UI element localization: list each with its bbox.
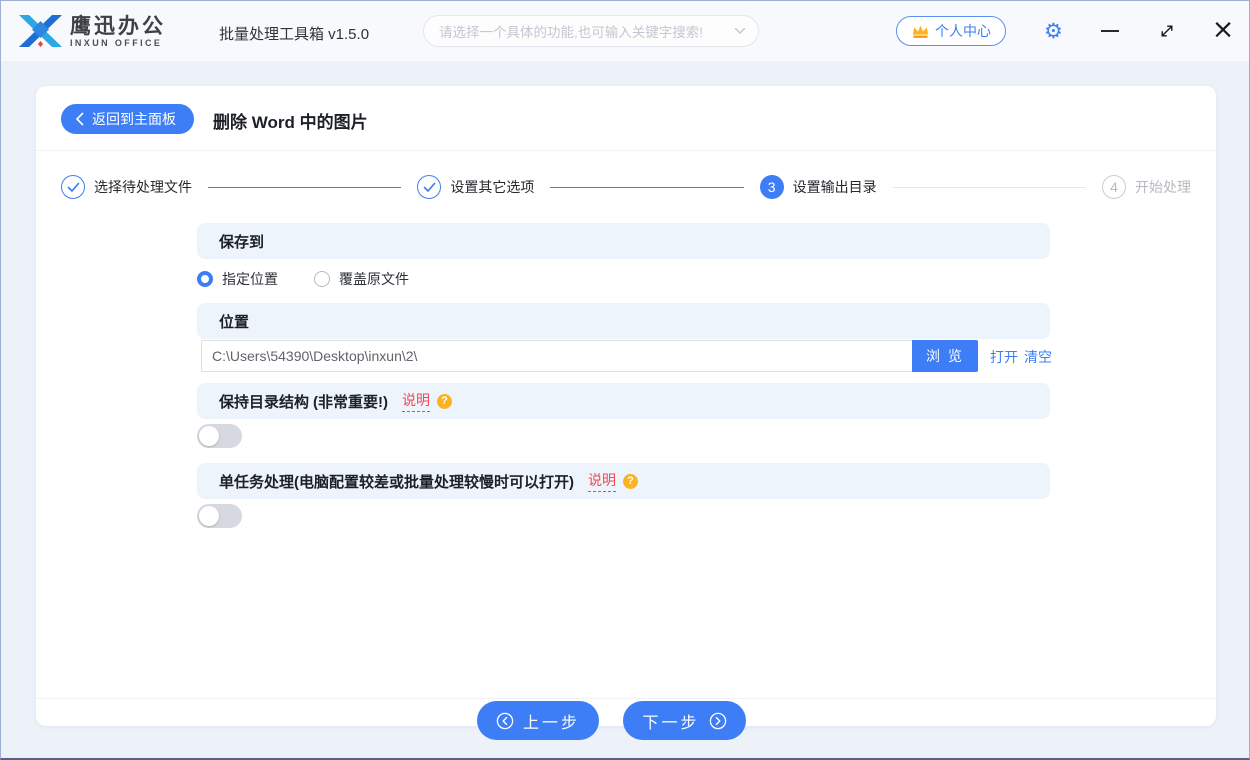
question-mark-icon[interactable]: ? — [437, 394, 452, 409]
brand-name-en: INXUN OFFICE — [70, 38, 166, 49]
single-task-help-link[interactable]: 说明 — [588, 470, 616, 492]
clear-path-link[interactable]: 清空 — [1024, 347, 1052, 367]
save-to-radio-group: 指定位置 覆盖原文件 — [197, 269, 431, 289]
minimize-button[interactable] — [1101, 30, 1119, 32]
user-center-label: 个人中心 — [935, 21, 991, 41]
next-step-label: 下一步 — [642, 709, 699, 733]
radio-label: 覆盖原文件 — [339, 269, 409, 289]
location-title: 位置 — [219, 311, 249, 332]
save-to-section-header: 保存到 — [197, 223, 1050, 259]
footer-divider — [36, 698, 1216, 699]
step-connector — [208, 187, 401, 188]
main-card: 返回到主面板 删除 Word 中的图片 选择待处理文件 设置其它选项 3 — [36, 86, 1216, 726]
step-3-number-badge: 3 — [760, 175, 784, 199]
step-other-options: 设置其它选项 — [417, 175, 534, 199]
back-to-dashboard-button[interactable]: 返回到主面板 — [61, 104, 194, 134]
step-4-number-badge: 4 — [1102, 175, 1126, 199]
radio-label: 指定位置 — [222, 269, 278, 289]
settings-gear-icon[interactable]: ⚙ — [1044, 18, 1063, 44]
next-step-button[interactable]: 下一步 — [623, 701, 746, 740]
step-connector — [893, 187, 1086, 188]
app-window: 鹰迅办公 INXUN OFFICE 批量处理工具箱 v1.5.0 请选择一个具体… — [0, 0, 1250, 760]
app-logo: 鹰迅办公 INXUN OFFICE — [17, 13, 166, 51]
crown-icon — [911, 23, 930, 39]
save-to-title: 保存到 — [219, 231, 264, 252]
single-task-title: 单任务处理(电脑配置较差或批量处理较慢时可以打开) — [219, 471, 574, 492]
step-output-dir: 3 设置输出目录 — [760, 175, 877, 199]
radio-overwrite-original[interactable]: 覆盖原文件 — [314, 269, 409, 289]
user-center-button[interactable]: 个人中心 — [896, 16, 1006, 46]
circle-arrow-left-icon — [496, 712, 514, 730]
single-task-section-header: 单任务处理(电脑配置较差或批量处理较慢时可以打开) 说明 ? — [197, 463, 1050, 499]
location-section-header: 位置 — [197, 303, 1050, 339]
keep-structure-title: 保持目录结构 — [219, 391, 309, 412]
keep-structure-help-link[interactable]: 说明 — [402, 390, 430, 412]
function-search-select[interactable]: 请选择一个具体的功能,也可输入关键字搜索! — [423, 15, 759, 47]
radio-unselected-icon — [314, 271, 330, 287]
chevron-down-icon — [734, 27, 746, 35]
step-select-files: 选择待处理文件 — [61, 175, 192, 199]
radio-specified-location[interactable]: 指定位置 — [197, 269, 278, 289]
page-title: 删除 Word 中的图片 — [213, 108, 368, 133]
chevron-left-icon — [75, 112, 84, 126]
keep-structure-important-note: (非常重要!) — [313, 391, 388, 412]
step-connector — [550, 187, 743, 188]
location-path-row: 浏 览 打开 清空 — [197, 340, 1050, 372]
step-indicator: 选择待处理文件 设置其它选项 3 设置输出目录 4 开始处理 — [61, 174, 1191, 200]
logo-x-icon — [17, 13, 64, 51]
back-button-label: 返回到主面板 — [92, 109, 176, 129]
close-button[interactable]: × — [1211, 14, 1235, 46]
circle-arrow-right-icon — [709, 712, 727, 730]
header-divider — [36, 150, 1216, 151]
step-4-label: 开始处理 — [1135, 177, 1191, 197]
step-2-check-icon — [417, 175, 441, 199]
radio-selected-icon — [197, 271, 213, 287]
brand-name-cn: 鹰迅办公 — [70, 15, 166, 38]
app-title: 批量处理工具箱 v1.5.0 — [219, 23, 369, 44]
single-task-toggle[interactable] — [197, 504, 242, 528]
output-path-input[interactable] — [201, 340, 912, 372]
keep-structure-section-header: 保持目录结构 (非常重要!) 说明 ? — [197, 383, 1050, 419]
step-1-check-icon — [61, 175, 85, 199]
previous-step-label: 上一步 — [523, 709, 580, 733]
titlebar: 鹰迅办公 INXUN OFFICE 批量处理工具箱 v1.5.0 请选择一个具体… — [1, 1, 1249, 61]
step-start-processing: 4 开始处理 — [1102, 175, 1191, 199]
maximize-button[interactable] — [1159, 23, 1175, 39]
open-folder-link[interactable]: 打开 — [990, 347, 1018, 367]
previous-step-button[interactable]: 上一步 — [477, 701, 599, 740]
step-3-label: 设置输出目录 — [793, 177, 877, 197]
question-mark-icon[interactable]: ? — [623, 474, 638, 489]
step-1-label: 选择待处理文件 — [94, 177, 192, 197]
keep-structure-toggle[interactable] — [197, 424, 242, 448]
toggle-knob — [199, 506, 219, 526]
browse-button[interactable]: 浏 览 — [912, 340, 978, 372]
step-2-label: 设置其它选项 — [450, 177, 534, 197]
search-placeholder: 请选择一个具体的功能,也可输入关键字搜索! — [439, 21, 734, 41]
toggle-knob — [199, 426, 219, 446]
